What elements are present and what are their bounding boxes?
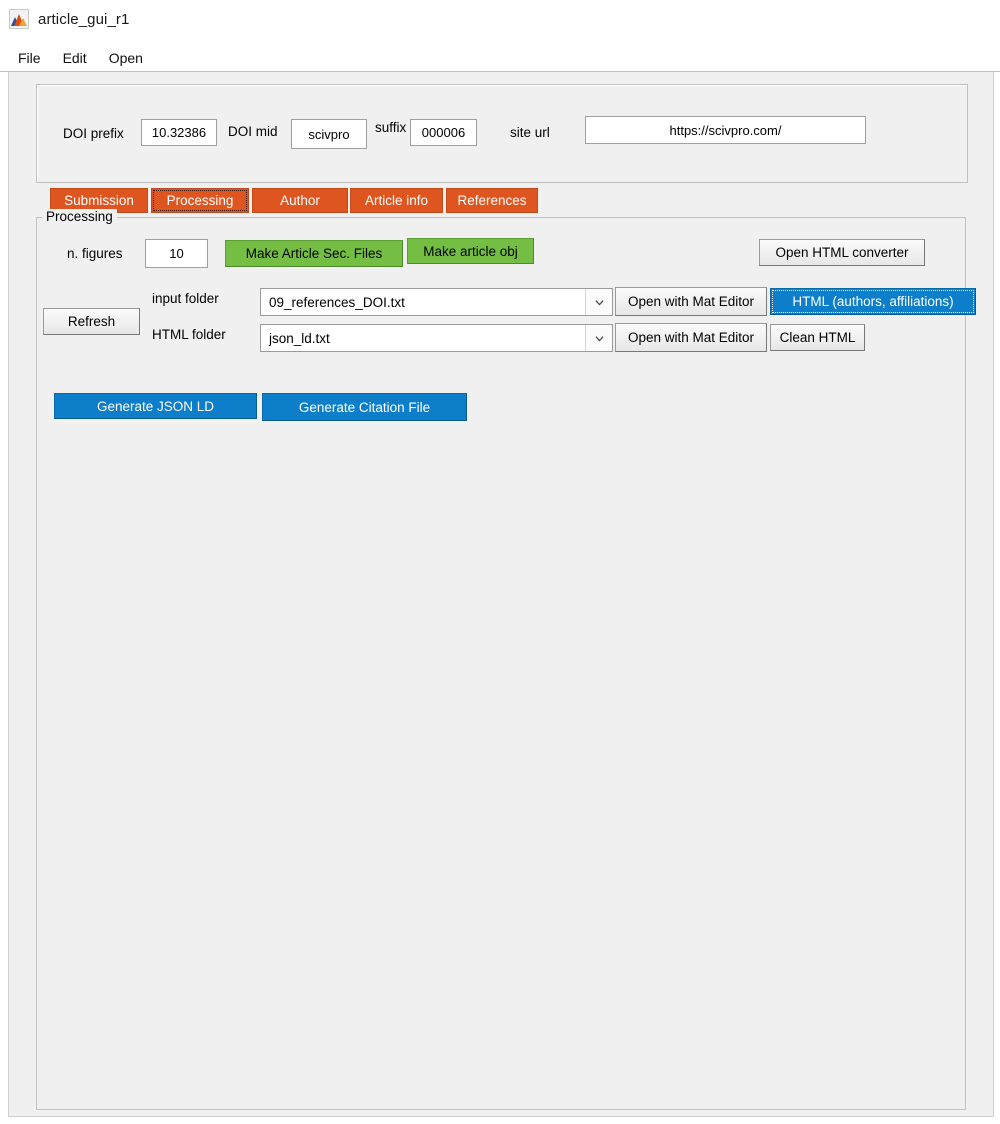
- chevron-down-icon[interactable]: [585, 289, 612, 315]
- html-folder-value: json_ld.txt: [269, 330, 330, 346]
- menu-item-file[interactable]: File: [8, 48, 51, 68]
- open-with-mat-editor-button-html[interactable]: Open with Mat Editor: [615, 323, 767, 352]
- chevron-down-glyph: [594, 299, 604, 305]
- menu-item-edit[interactable]: Edit: [53, 48, 97, 68]
- clean-html-button[interactable]: Clean HTML: [770, 324, 865, 351]
- chevron-down-icon[interactable]: [585, 325, 612, 351]
- generate-json-ld-button[interactable]: Generate JSON LD: [54, 393, 257, 419]
- tab-article-info[interactable]: Article info: [350, 188, 443, 213]
- figure-window-body: DOI prefix 10.32386 DOI mid scivpro suff…: [8, 72, 994, 1117]
- doi-prefix-label: DOI prefix: [63, 125, 124, 141]
- doi-panel: DOI prefix 10.32386 DOI mid scivpro suff…: [36, 84, 968, 183]
- html-authors-affiliations-button[interactable]: HTML (authors, affiliations): [770, 288, 976, 315]
- doi-suffix-input[interactable]: 000006: [410, 119, 477, 146]
- window-title: article_gui_r1: [38, 10, 130, 28]
- doi-mid-input[interactable]: scivpro: [291, 119, 367, 149]
- n-figures-label: n. figures: [67, 245, 123, 261]
- tab-processing[interactable]: Processing: [151, 188, 249, 213]
- input-folder-label: input folder: [152, 290, 219, 306]
- html-folder-dropdown[interactable]: json_ld.txt: [260, 324, 613, 352]
- matlab-membrane-icon: [9, 9, 29, 29]
- make-article-obj-button[interactable]: Make article obj: [407, 238, 534, 264]
- doi-prefix-input[interactable]: 10.32386: [141, 119, 217, 146]
- doi-mid-label: DOI mid: [228, 123, 278, 139]
- processing-panel-title: Processing: [42, 209, 117, 224]
- chevron-down-glyph: [594, 335, 604, 341]
- tab-references[interactable]: References: [446, 188, 538, 213]
- site-url-label: site url: [510, 124, 550, 140]
- site-url-input[interactable]: https://scivpro.com/: [585, 116, 866, 144]
- html-folder-label: HTML folder: [152, 326, 226, 342]
- menu-bar: File Edit Open: [0, 44, 1000, 71]
- menu-item-open[interactable]: Open: [99, 48, 153, 68]
- open-with-mat-editor-button-input[interactable]: Open with Mat Editor: [615, 287, 767, 316]
- open-html-converter-button[interactable]: Open HTML converter: [759, 239, 925, 266]
- input-folder-value: 09_references_DOI.txt: [269, 294, 405, 310]
- make-article-sec-files-button[interactable]: Make Article Sec. Files: [225, 240, 403, 267]
- refresh-button[interactable]: Refresh: [43, 308, 140, 335]
- input-folder-dropdown[interactable]: 09_references_DOI.txt: [260, 288, 613, 316]
- n-figures-input[interactable]: 10: [145, 239, 208, 268]
- title-bar: article_gui_r1: [0, 0, 1000, 38]
- doi-suffix-label: suffix: [375, 119, 407, 135]
- tab-author[interactable]: Author: [252, 188, 348, 213]
- generate-citation-file-button[interactable]: Generate Citation File: [262, 393, 467, 421]
